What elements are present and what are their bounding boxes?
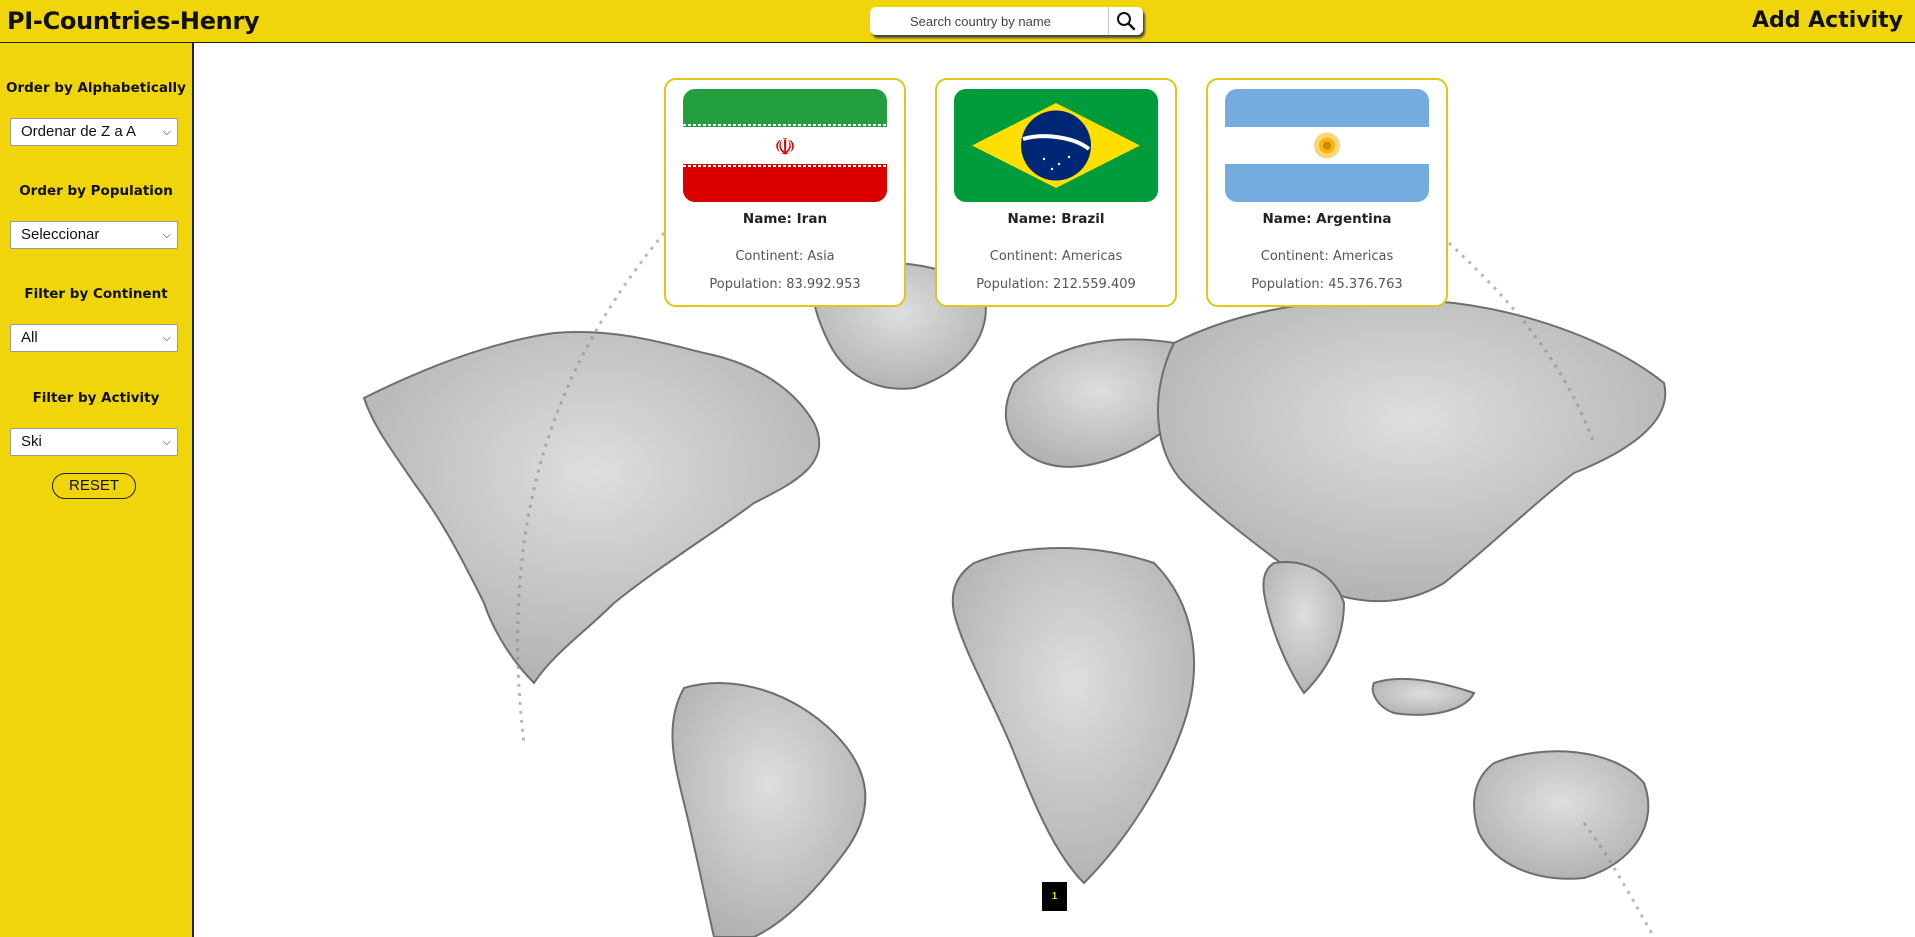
filters-sidebar: Order by Alphabetically Ordenar de Z a A… <box>0 43 194 937</box>
chevron-down-icon: ⌵ <box>162 332 171 344</box>
main-content: ☫ Name: Iran Continent: Asia Population:… <box>194 43 1915 937</box>
chevron-down-icon: ⌵ <box>162 436 171 448</box>
argentina-flag-icon <box>1225 89 1429 202</box>
chevron-down-icon: ⌵ <box>162 229 171 241</box>
order-alpha-value: Ordenar de Z a A <box>21 123 137 140</box>
filter-activity-label: Filter by Activity <box>32 390 160 406</box>
country-continent: Continent: Americas <box>1260 249 1394 264</box>
filter-activity-value: Ski <box>21 433 42 450</box>
app-title[interactable]: PI-Countries-Henry <box>7 7 260 35</box>
svg-text:☫: ☫ <box>774 133 796 161</box>
country-card-iran[interactable]: ☫ Name: Iran Continent: Asia Population:… <box>664 78 906 307</box>
country-population: Population: 212.559.409 <box>976 277 1136 292</box>
search-input[interactable] <box>870 7 1108 35</box>
country-name: Name: Iran <box>742 211 828 227</box>
filter-continent-select[interactable]: All ⌵ <box>10 324 178 352</box>
order-alpha-select[interactable]: Ordenar de Z a A ⌵ <box>10 118 178 146</box>
search-button[interactable] <box>1108 7 1143 35</box>
filter-continent-label: Filter by Continent <box>24 286 168 302</box>
search-bar <box>870 7 1143 35</box>
brazil-flag-icon <box>954 89 1158 202</box>
order-population-value: Seleccionar <box>21 226 100 243</box>
reset-button[interactable]: RESET <box>52 473 136 499</box>
country-population: Population: 45.376.763 <box>1251 277 1403 292</box>
filter-continent-value: All <box>21 329 38 346</box>
chevron-down-icon: ⌵ <box>162 126 171 138</box>
country-name: Name: Brazil <box>1007 211 1105 227</box>
search-icon <box>1117 12 1136 31</box>
add-activity-link[interactable]: Add Activity <box>1752 8 1903 33</box>
country-population: Population: 83.992.953 <box>709 277 861 292</box>
country-continent: Continent: Americas <box>989 249 1123 264</box>
order-population-label: Order by Population <box>19 183 173 199</box>
order-alpha-label: Order by Alphabetically <box>5 80 186 96</box>
order-population-select[interactable]: Seleccionar ⌵ <box>10 221 178 249</box>
pagination-page-button[interactable]: 1 <box>1042 882 1067 911</box>
country-card-argentina[interactable]: Name: Argentina Continent: Americas Popu… <box>1206 78 1448 307</box>
country-continent: Continent: Asia <box>735 249 835 264</box>
top-navbar: PI-Countries-Henry Add Activity <box>0 0 1915 43</box>
country-card-brazil[interactable]: Name: Brazil Continent: Americas Populat… <box>935 78 1177 307</box>
country-name: Name: Argentina <box>1262 211 1392 227</box>
iran-flag-icon: ☫ <box>683 89 887 202</box>
filter-activity-select[interactable]: Ski ⌵ <box>10 428 178 456</box>
